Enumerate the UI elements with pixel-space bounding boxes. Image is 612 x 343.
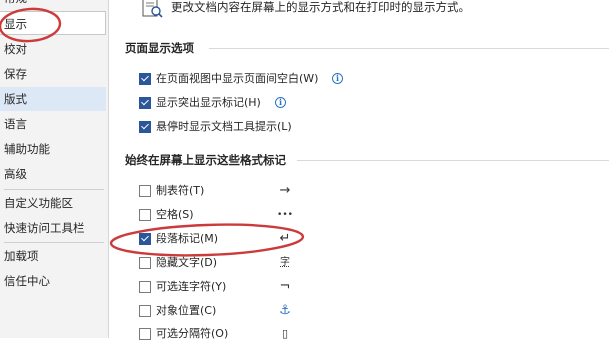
sidebar-item-language[interactable]: 语言 — [0, 112, 106, 136]
info-icon[interactable]: i — [275, 97, 286, 108]
sidebar-item-proofing[interactable]: 校对 — [0, 37, 106, 61]
checkbox-optional-breaks[interactable] — [139, 328, 151, 340]
sidebar-item-display[interactable]: 显示 — [0, 11, 106, 35]
sidebar-divider — [4, 189, 104, 190]
tab-mark-icon: → — [279, 183, 291, 198]
sidebar-item-save[interactable]: 保存 — [0, 62, 106, 86]
anchor-icon: ⚓ — [279, 303, 291, 318]
info-icon[interactable]: i — [332, 73, 343, 84]
sidebar-item-trust-center[interactable]: 信任中心 — [0, 269, 106, 293]
checkbox-show-tooltips[interactable] — [139, 121, 151, 133]
section-title-formatting-marks: 始终在屏幕上显示这些格式标记 — [125, 153, 286, 167]
page-description: 更改文档内容在屏幕上的显示方式和在打印时的显示方式。 — [171, 0, 470, 14]
sidebar-item-add-ins[interactable]: 加载项 — [0, 244, 106, 268]
checkbox-spaces[interactable] — [139, 209, 151, 221]
section-divider — [297, 160, 609, 161]
sidebar-divider — [4, 242, 104, 243]
section-divider — [209, 48, 609, 49]
sidebar-item-layout[interactable]: 版式 — [0, 87, 106, 111]
sidebar-item-advanced[interactable]: 高级 — [0, 162, 106, 186]
checkbox-object-anchors[interactable] — [139, 305, 151, 317]
options-sidebar: 常规 显示 校对 保存 版式 语言 辅助功能 高级 自定义功能区 快速访问工具栏… — [0, 0, 109, 338]
optional-hyphen-mark-icon: ¬ — [279, 279, 291, 294]
checkbox-optional-hyphens[interactable] — [139, 281, 151, 293]
checkbox-hidden-text[interactable] — [139, 257, 151, 269]
sidebar-item-general[interactable]: 常规 — [0, 0, 106, 10]
sidebar-item-accessibility[interactable]: 辅助功能 — [0, 137, 106, 161]
options-content: 更改文档内容在屏幕上的显示方式和在打印时的显示方式。 页面显示选项 在页面视图中… — [109, 0, 612, 340]
hidden-text-mark-icon: 字 — [280, 257, 290, 268]
sidebar-item-quick-access-toolbar[interactable]: 快速访问工具栏 — [0, 216, 106, 240]
paragraph-mark-icon: ↵ — [279, 231, 291, 246]
checkbox-paragraph-marks[interactable] — [139, 233, 151, 245]
checkbox-tab-characters[interactable] — [139, 185, 151, 197]
checkbox-show-highlighter[interactable] — [139, 97, 151, 109]
checkbox-show-whitespace[interactable] — [139, 73, 151, 85]
optional-break-mark-icon: ▯ — [281, 327, 289, 340]
sidebar-item-customize-ribbon[interactable]: 自定义功能区 — [0, 191, 106, 215]
section-title-page-display: 页面显示选项 — [125, 41, 194, 55]
display-document-icon — [142, 0, 163, 18]
space-mark-icon: ••• — [277, 210, 293, 220]
